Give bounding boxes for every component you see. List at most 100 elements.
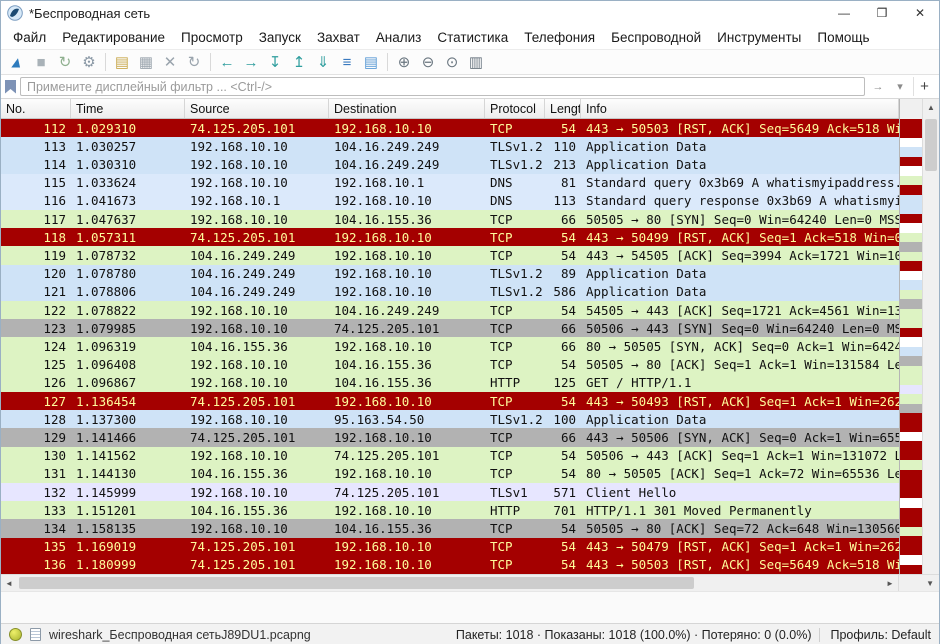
intelligent-scrollbar-minimap[interactable]	[899, 99, 922, 574]
column-header-source[interactable]: Source	[185, 99, 329, 118]
cell-time: 1.057311	[71, 230, 185, 245]
minimap-stripe	[900, 299, 922, 308]
autoscroll-icon[interactable]: ≡	[335, 51, 359, 73]
table-row[interactable]: 1141.030310192.168.10.10104.16.249.249TL…	[1, 155, 899, 173]
reload-file-icon[interactable]: ↻	[182, 51, 206, 73]
zoom-out-icon[interactable]: ⊖	[416, 51, 440, 73]
table-row[interactable]: 1321.145999192.168.10.1074.125.205.101TL…	[1, 483, 899, 501]
cell-source: 192.168.10.10	[185, 175, 329, 190]
column-header-info[interactable]: Info	[581, 99, 899, 118]
menu-item-7[interactable]: Телефония	[516, 28, 603, 47]
table-row[interactable]: 1301.141562192.168.10.1074.125.205.101TC…	[1, 447, 899, 465]
table-row[interactable]: 1171.047637192.168.10.10104.16.155.36TCP…	[1, 210, 899, 228]
stop-capture-icon[interactable]: ■	[29, 51, 53, 73]
table-row[interactable]: 1211.078806104.16.249.249192.168.10.10TL…	[1, 283, 899, 301]
cell-length: 54	[545, 448, 581, 463]
menu-item-10[interactable]: Помощь	[809, 28, 877, 47]
close-button[interactable]: ✕	[901, 1, 939, 25]
menu-item-6[interactable]: Статистика	[429, 28, 516, 47]
table-row[interactable]: 1331.151201104.16.155.36192.168.10.10HTT…	[1, 501, 899, 519]
cell-source: 192.168.10.10	[185, 303, 329, 318]
column-header-protocol[interactable]: Protocol	[485, 99, 545, 118]
resize-columns-icon[interactable]: ▥	[464, 51, 488, 73]
table-row[interactable]: 1311.144130104.16.155.36192.168.10.10TCP…	[1, 465, 899, 483]
scroll-up-icon[interactable]: ▲	[923, 99, 939, 115]
table-row[interactable]: 1281.137300192.168.10.1095.163.54.50TLSv…	[1, 410, 899, 428]
menu-item-4[interactable]: Захват	[309, 28, 368, 47]
expert-info-icon[interactable]	[9, 628, 22, 641]
table-row[interactable]: 1191.078732104.16.249.249192.168.10.10TC…	[1, 246, 899, 264]
menu-item-9[interactable]: Инструменты	[709, 28, 809, 47]
open-file-icon[interactable]: ▤	[110, 51, 134, 73]
table-row[interactable]: 1181.05731174.125.205.101192.168.10.10TC…	[1, 228, 899, 246]
scroll-right-icon[interactable]: ►	[882, 575, 898, 591]
back-icon[interactable]: ←	[215, 51, 239, 73]
menu-item-1[interactable]: Редактирование	[54, 28, 173, 47]
cell-source: 192.168.10.10	[185, 139, 329, 154]
display-filter-input[interactable]	[20, 77, 865, 96]
menu-item-5[interactable]: Анализ	[368, 28, 430, 47]
maximize-button[interactable]: ❒	[863, 1, 901, 25]
menu-item-8[interactable]: Беспроводной	[603, 28, 709, 47]
column-header-destination[interactable]: Destination	[329, 99, 485, 118]
capture-options-icon[interactable]: ⚙	[77, 51, 101, 73]
column-header-no[interactable]: No.	[1, 99, 71, 118]
table-row[interactable]: 1341.158135192.168.10.10104.16.155.36TCP…	[1, 519, 899, 537]
forward-icon[interactable]: →	[239, 51, 263, 73]
table-row[interactable]: 1201.078780104.16.249.249192.168.10.10TL…	[1, 265, 899, 283]
cell-time: 1.078806	[71, 284, 185, 299]
menu-item-2[interactable]: Просмотр	[173, 28, 251, 47]
start-capture-icon[interactable]: ▲	[2, 50, 32, 73]
table-row[interactable]: 1161.041673192.168.10.1192.168.10.10DNS1…	[1, 192, 899, 210]
cell-protocol: TCP	[485, 430, 545, 445]
cell-destination: 95.163.54.50	[329, 412, 485, 427]
zoom-in-icon[interactable]: ⊕	[392, 51, 416, 73]
close-file-icon[interactable]: ✕	[158, 51, 182, 73]
table-row[interactable]: 1221.078822192.168.10.10104.16.249.249TC…	[1, 301, 899, 319]
cell-info: 443 → 50479 [RST, ACK] Seq=1 Ack=1 Win=2…	[581, 539, 899, 554]
vertical-scroll-thumb[interactable]	[925, 119, 937, 171]
cell-destination: 192.168.10.1	[329, 175, 485, 190]
column-header-time[interactable]: Time	[71, 99, 185, 118]
capture-comment-icon[interactable]	[30, 628, 41, 641]
goto-bottom-icon[interactable]: ⇓	[311, 51, 335, 73]
goto-packet-icon[interactable]: ↧	[263, 51, 287, 73]
minimize-button[interactable]: —	[825, 1, 863, 25]
table-row[interactable]: 1151.033624192.168.10.10192.168.10.1DNS8…	[1, 174, 899, 192]
filter-apply-icon[interactable]: →	[869, 77, 887, 96]
table-row[interactable]: 1121.02931074.125.205.101192.168.10.10TC…	[1, 119, 899, 137]
goto-top-icon[interactable]: ↥	[287, 51, 311, 73]
table-row[interactable]: 1361.18099974.125.205.101192.168.10.10TC…	[1, 556, 899, 574]
horizontal-scrollbar[interactable]: ◄ ►	[1, 575, 898, 591]
scroll-down-icon[interactable]: ▼	[926, 579, 934, 588]
vertical-scroll-track[interactable]	[923, 115, 939, 574]
horizontal-scroll-track[interactable]	[17, 575, 882, 591]
colorize-icon[interactable]: ▤	[359, 51, 383, 73]
packet-counts: Пакеты: 1018 · Показаны: 1018 (100.0%) ·…	[456, 628, 812, 642]
menu-item-3[interactable]: Запуск	[251, 28, 309, 47]
table-row[interactable]: 1251.096408192.168.10.10104.16.155.36TCP…	[1, 356, 899, 374]
menu-item-0[interactable]: Файл	[5, 28, 54, 47]
cell-destination: 192.168.10.10	[329, 503, 485, 518]
cell-source: 192.168.10.10	[185, 321, 329, 336]
filter-bookmark-icon[interactable]	[5, 80, 16, 94]
filter-add-button[interactable]: +	[913, 77, 935, 96]
table-row[interactable]: 1261.096867192.168.10.10104.16.155.36HTT…	[1, 374, 899, 392]
table-row[interactable]: 1291.14146674.125.205.101192.168.10.10TC…	[1, 428, 899, 446]
column-header-length[interactable]: Length	[545, 99, 581, 118]
horizontal-scroll-thumb[interactable]	[19, 577, 694, 589]
scroll-left-icon[interactable]: ◄	[1, 575, 17, 591]
zoom-reset-icon[interactable]: ⊙	[440, 51, 464, 73]
vertical-scrollbar[interactable]: ▲	[922, 99, 939, 574]
restart-capture-icon[interactable]: ↻	[53, 51, 77, 73]
table-row[interactable]: 1131.030257192.168.10.10104.16.249.249TL…	[1, 137, 899, 155]
table-row[interactable]: 1231.079985192.168.10.1074.125.205.101TC…	[1, 319, 899, 337]
filter-dropdown-icon[interactable]: ▾	[891, 77, 909, 96]
profile-label[interactable]: Профиль: Default	[819, 628, 931, 642]
table-row[interactable]: 1271.13645474.125.205.101192.168.10.10TC…	[1, 392, 899, 410]
table-row[interactable]: 1351.16901974.125.205.101192.168.10.10TC…	[1, 538, 899, 556]
table-row[interactable]: 1241.096319104.16.155.36192.168.10.10TCP…	[1, 337, 899, 355]
save-file-icon[interactable]: ▦	[134, 51, 158, 73]
minimap-stripe	[900, 347, 922, 356]
cell-destination: 192.168.10.10	[329, 248, 485, 263]
